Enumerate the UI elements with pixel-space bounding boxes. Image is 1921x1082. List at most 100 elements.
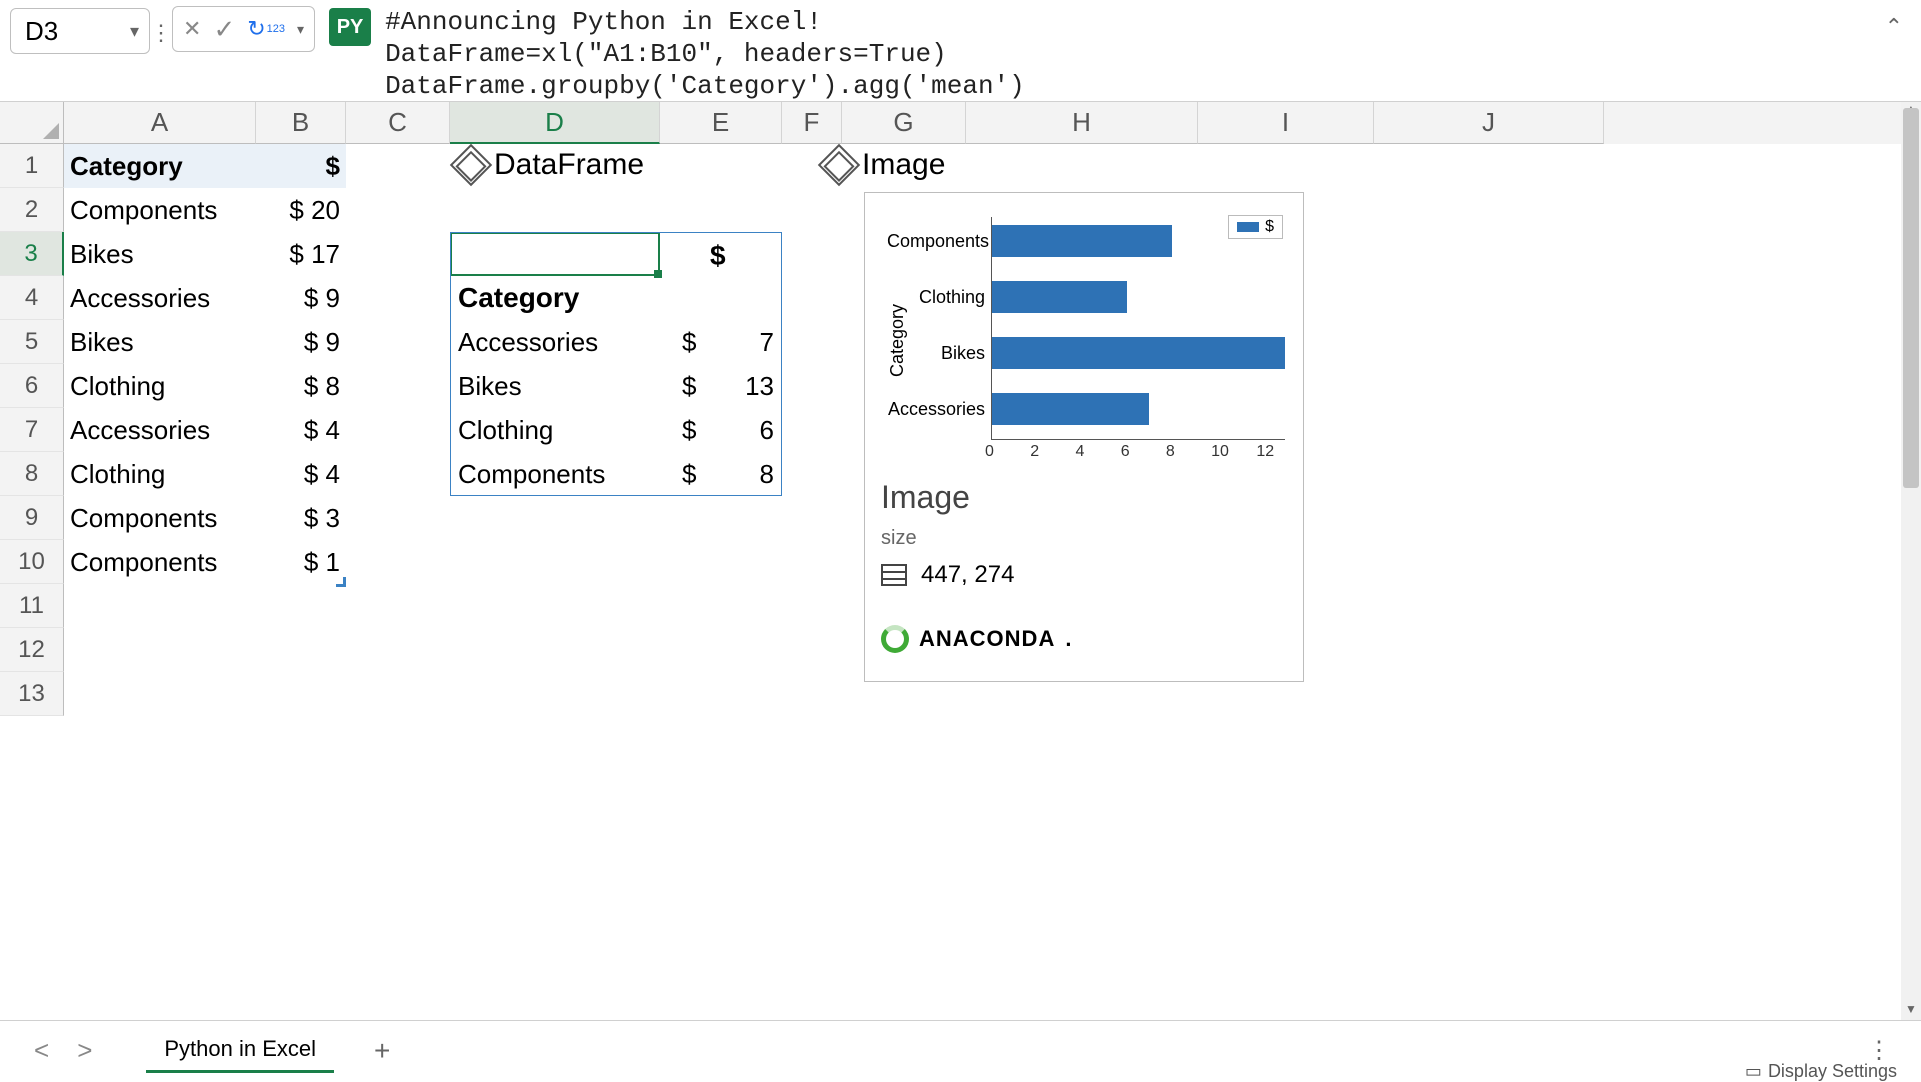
cell[interactable]: Bikes — [64, 320, 256, 364]
dataframe-object-label[interactable]: DataFrame — [456, 148, 644, 182]
bar-label: Clothing — [887, 287, 985, 308]
df-key-header: Category — [458, 276, 774, 320]
cell[interactable]: Accessories — [64, 276, 256, 320]
cells-layer[interactable]: DataFrame Image $ Category Accessories$7… — [64, 144, 1901, 1020]
column-header-D[interactable]: D — [450, 102, 660, 144]
cell[interactable]: $ 3 — [256, 496, 346, 540]
df-row: Accessories$7 — [458, 320, 774, 364]
df-row: Clothing$6 — [458, 408, 774, 452]
row-headers[interactable]: 12345678910111213 — [0, 144, 64, 716]
python-output-mode-icon[interactable]: ↻123 — [247, 16, 285, 42]
cell[interactable]: $ — [256, 144, 346, 188]
cell[interactable]: Components — [64, 188, 256, 232]
cell[interactable]: $ 9 — [256, 276, 346, 320]
x-tick: 6 — [1121, 443, 1130, 461]
scrollbar-thumb[interactable] — [1903, 108, 1919, 488]
row-header-12[interactable]: 12 — [0, 628, 64, 672]
cell[interactable]: Clothing — [64, 364, 256, 408]
confirm-icon[interactable]: ✓ — [213, 14, 235, 45]
cell[interactable]: Clothing — [64, 452, 256, 496]
linked-data-icon — [450, 144, 492, 186]
python-badge: PY — [329, 8, 371, 46]
display-settings-button[interactable]: ▭ Display Settings — [1745, 1061, 1897, 1082]
cell[interactable]: $ 1 — [256, 540, 346, 584]
add-sheet-button[interactable]: + — [374, 1035, 390, 1067]
legend-swatch — [1237, 222, 1259, 232]
chevron-down-icon[interactable]: ▾ — [130, 21, 139, 42]
chart-ylabel: Category — [887, 304, 908, 377]
cell[interactable]: Accessories — [64, 408, 256, 452]
bar-label: Bikes — [887, 343, 985, 364]
df-row: Components$8 — [458, 452, 774, 496]
cell[interactable]: Bikes — [64, 232, 256, 276]
formula-text[interactable]: #Announcing Python in Excel! DataFrame=x… — [385, 0, 1921, 102]
name-box[interactable]: D3 ▾ — [10, 8, 150, 54]
cell[interactable]: $ 20 — [256, 188, 346, 232]
column-header-E[interactable]: E — [660, 102, 782, 144]
row-header-13[interactable]: 13 — [0, 672, 64, 716]
chart-bar — [991, 393, 1149, 425]
column-header-H[interactable]: H — [966, 102, 1198, 144]
dataframe-output: Category Accessories$7Bikes$13Clothing$6… — [458, 276, 774, 496]
cell[interactable]: $ 9 — [256, 320, 346, 364]
tab-nav-next[interactable]: > — [63, 1035, 106, 1066]
column-header-I[interactable]: I — [1198, 102, 1374, 144]
tab-nav-prev[interactable]: < — [20, 1035, 63, 1066]
anaconda-logo-icon — [881, 625, 909, 653]
row-header-4[interactable]: 4 — [0, 276, 64, 320]
column-header-A[interactable]: A — [64, 102, 256, 144]
column-headers[interactable]: ABCDEFGHIJ — [64, 102, 1901, 144]
formula-action-group: ✕ ✓ ↻123 ▾ — [172, 6, 315, 52]
select-all-corner[interactable] — [0, 102, 64, 144]
active-cell-selection — [450, 232, 660, 276]
chevron-down-icon[interactable]: ▾ — [297, 21, 304, 38]
row-header-11[interactable]: 11 — [0, 584, 64, 628]
row-header-10[interactable]: 10 — [0, 540, 64, 584]
x-tick: 4 — [1075, 443, 1084, 461]
chart-bar — [991, 225, 1172, 257]
x-tick: 0 — [985, 443, 994, 461]
sheet-tab-bar: < > Python in Excel + ⋮ — [0, 1020, 1921, 1080]
x-axis-line — [991, 439, 1285, 440]
x-tick: 10 — [1211, 443, 1229, 461]
spreadsheet-grid[interactable]: ABCDEFGHIJ 12345678910111213 DataFrame I… — [0, 102, 1921, 1020]
column-header-G[interactable]: G — [842, 102, 966, 144]
sheet-tab-active[interactable]: Python in Excel — [146, 1028, 334, 1073]
cell[interactable]: $ 4 — [256, 452, 346, 496]
cell[interactable]: Components — [64, 496, 256, 540]
vertical-scrollbar[interactable]: ▲ ▼ — [1901, 102, 1921, 1020]
chart-bar — [991, 337, 1285, 369]
row-header-8[interactable]: 8 — [0, 452, 64, 496]
row-header-1[interactable]: 1 — [0, 144, 64, 188]
row-header-6[interactable]: 6 — [0, 364, 64, 408]
y-axis-line — [991, 217, 992, 439]
cancel-icon[interactable]: ✕ — [183, 16, 201, 42]
cell[interactable]: $ 17 — [256, 232, 346, 276]
column-header-J[interactable]: J — [1374, 102, 1604, 144]
linked-data-icon — [818, 144, 860, 186]
row-header-2[interactable]: 2 — [0, 188, 64, 232]
name-box-value: D3 — [25, 16, 58, 47]
chart-legend: $ — [1228, 215, 1283, 239]
row-header-9[interactable]: 9 — [0, 496, 64, 540]
bar-label: Components — [887, 231, 985, 252]
df-value-header: $ — [710, 240, 726, 272]
cell[interactable]: $ 4 — [256, 408, 346, 452]
cell[interactable]: $ 8 — [256, 364, 346, 408]
table-icon — [881, 564, 907, 586]
row-header-5[interactable]: 5 — [0, 320, 64, 364]
cell[interactable]: Category — [64, 144, 256, 188]
image-preview-card[interactable]: Category Components Clothing Bikes Accessor… — [864, 192, 1304, 682]
row-header-7[interactable]: 7 — [0, 408, 64, 452]
row-header-3[interactable]: 3 — [0, 232, 64, 276]
column-header-F[interactable]: F — [782, 102, 842, 144]
display-settings-icon: ▭ — [1745, 1061, 1762, 1082]
scroll-down-icon[interactable]: ▼ — [1901, 1002, 1921, 1020]
cell[interactable]: Components — [64, 540, 256, 584]
card-size-label: size — [881, 527, 917, 550]
collapse-formula-icon[interactable]: ⌃ — [1885, 14, 1903, 40]
column-header-C[interactable]: C — [346, 102, 450, 144]
image-object-label[interactable]: Image — [824, 148, 945, 182]
bar-label: Accessories — [887, 399, 985, 420]
column-header-B[interactable]: B — [256, 102, 346, 144]
